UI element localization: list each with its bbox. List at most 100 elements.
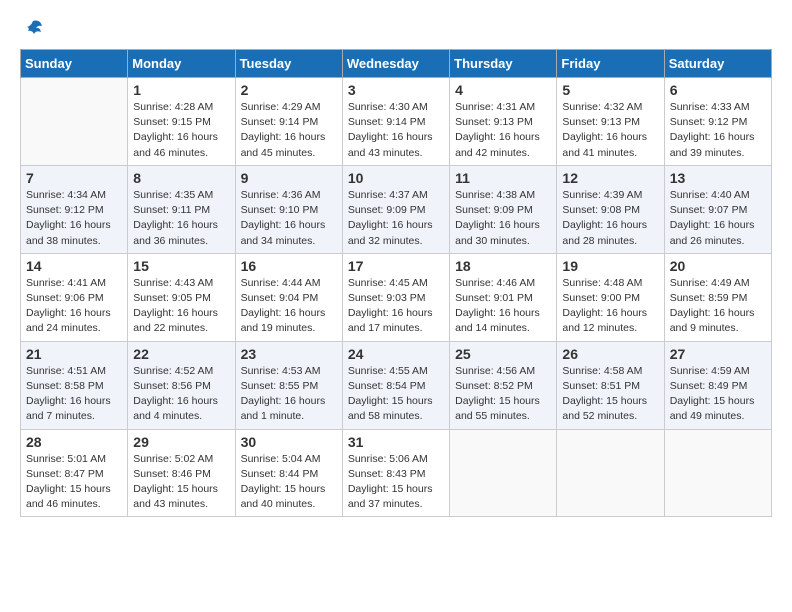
day-info: Sunrise: 4:40 AM Sunset: 9:07 PM Dayligh… [670,188,766,249]
day-number: 14 [26,258,122,274]
day-info: Sunrise: 4:38 AM Sunset: 9:09 PM Dayligh… [455,188,551,249]
calendar-header-sunday: Sunday [21,50,128,78]
day-number: 20 [670,258,766,274]
day-info: Sunrise: 5:04 AM Sunset: 8:44 PM Dayligh… [241,452,337,513]
calendar-cell: 9 Sunrise: 4:36 AM Sunset: 9:10 PM Daylig… [235,165,342,253]
day-info: Sunrise: 4:49 AM Sunset: 8:59 PM Dayligh… [670,276,766,337]
day-number: 9 [241,170,337,186]
day-number: 15 [133,258,229,274]
calendar-cell: 23 Sunrise: 4:53 AM Sunset: 8:55 PM Dayli… [235,341,342,429]
day-info: Sunrise: 4:34 AM Sunset: 9:12 PM Dayligh… [26,188,122,249]
day-number: 24 [348,346,444,362]
day-number: 7 [26,170,122,186]
day-info: Sunrise: 4:36 AM Sunset: 9:10 PM Dayligh… [241,188,337,249]
calendar-cell: 16 Sunrise: 4:44 AM Sunset: 9:04 PM Dayli… [235,253,342,341]
calendar-cell: 11 Sunrise: 4:38 AM Sunset: 9:09 PM Dayli… [450,165,557,253]
day-info: Sunrise: 4:31 AM Sunset: 9:13 PM Dayligh… [455,100,551,161]
header [20,18,772,41]
calendar-cell [450,429,557,517]
calendar-cell: 14 Sunrise: 4:41 AM Sunset: 9:06 PM Dayli… [21,253,128,341]
day-number: 31 [348,434,444,450]
calendar-cell: 24 Sunrise: 4:55 AM Sunset: 8:54 PM Dayli… [342,341,449,429]
calendar-week-row: 21 Sunrise: 4:51 AM Sunset: 8:58 PM Dayli… [21,341,772,429]
day-info: Sunrise: 4:59 AM Sunset: 8:49 PM Dayligh… [670,364,766,425]
day-info: Sunrise: 4:58 AM Sunset: 8:51 PM Dayligh… [562,364,658,425]
calendar-cell: 28 Sunrise: 5:01 AM Sunset: 8:47 PM Dayli… [21,429,128,517]
calendar-header-thursday: Thursday [450,50,557,78]
day-number: 12 [562,170,658,186]
calendar-cell: 22Sunrise: 4:52 AM Sunset: 8:56 PM Dayli… [128,341,235,429]
calendar-week-row: 14 Sunrise: 4:41 AM Sunset: 9:06 PM Dayli… [21,253,772,341]
day-info: Sunrise: 4:53 AM Sunset: 8:55 PM Dayligh… [241,364,337,425]
day-number: 25 [455,346,551,362]
day-info: Sunrise: 4:30 AM Sunset: 9:14 PM Dayligh… [348,100,444,161]
calendar-cell [664,429,771,517]
day-info: Sunrise: 5:01 AM Sunset: 8:47 PM Dayligh… [26,452,122,513]
day-number: 27 [670,346,766,362]
calendar-cell: 2 Sunrise: 4:29 AM Sunset: 9:14 PM Daylig… [235,78,342,166]
calendar-header-tuesday: Tuesday [235,50,342,78]
calendar-cell: 21 Sunrise: 4:51 AM Sunset: 8:58 PM Dayli… [21,341,128,429]
calendar-cell: 7 Sunrise: 4:34 AM Sunset: 9:12 PM Daylig… [21,165,128,253]
calendar-cell: 30 Sunrise: 5:04 AM Sunset: 8:44 PM Dayli… [235,429,342,517]
calendar-header-monday: Monday [128,50,235,78]
day-info: Sunrise: 4:51 AM Sunset: 8:58 PM Dayligh… [26,364,122,425]
calendar-cell: 29 Sunrise: 5:02 AM Sunset: 8:46 PM Dayli… [128,429,235,517]
calendar-cell: 15 Sunrise: 4:43 AM Sunset: 9:05 PM Dayli… [128,253,235,341]
calendar-cell: 6 Sunrise: 4:33 AM Sunset: 9:12 PM Daylig… [664,78,771,166]
day-info: Sunrise: 4:33 AM Sunset: 9:12 PM Dayligh… [670,100,766,161]
calendar-header-wednesday: Wednesday [342,50,449,78]
day-number: 1 [133,82,229,98]
day-info: Sunrise: 4:48 AM Sunset: 9:00 PM Dayligh… [562,276,658,337]
day-number: 26 [562,346,658,362]
calendar-cell: 10 Sunrise: 4:37 AM Sunset: 9:09 PM Dayli… [342,165,449,253]
calendar-cell: 25 Sunrise: 4:56 AM Sunset: 8:52 PM Dayli… [450,341,557,429]
day-info: Sunrise: 4:56 AM Sunset: 8:52 PM Dayligh… [455,364,551,425]
day-number: 4 [455,82,551,98]
day-number: 29 [133,434,229,450]
calendar-week-row: 28 Sunrise: 5:01 AM Sunset: 8:47 PM Dayli… [21,429,772,517]
day-number: 6 [670,82,766,98]
day-number: 21 [26,346,122,362]
day-info: Sunrise: 4:46 AM Sunset: 9:01 PM Dayligh… [455,276,551,337]
day-info: Sunrise: 5:02 AM Sunset: 8:46 PM Dayligh… [133,452,229,513]
calendar-cell: 17Sunrise: 4:45 AM Sunset: 9:03 PM Dayli… [342,253,449,341]
calendar-cell: 12 Sunrise: 4:39 AM Sunset: 9:08 PM Dayli… [557,165,664,253]
calendar-cell: 5Sunrise: 4:32 AM Sunset: 9:13 PM Daylig… [557,78,664,166]
day-number: 19 [562,258,658,274]
day-info: Sunrise: 4:55 AM Sunset: 8:54 PM Dayligh… [348,364,444,425]
calendar-header-row: SundayMondayTuesdayWednesdayThursdayFrid… [21,50,772,78]
calendar-cell: 31Sunrise: 5:06 AM Sunset: 8:43 PM Dayli… [342,429,449,517]
day-number: 5 [562,82,658,98]
calendar-cell: 26 Sunrise: 4:58 AM Sunset: 8:51 PM Dayli… [557,341,664,429]
day-number: 3 [348,82,444,98]
day-info: Sunrise: 4:43 AM Sunset: 9:05 PM Dayligh… [133,276,229,337]
calendar: SundayMondayTuesdayWednesdayThursdayFrid… [20,49,772,517]
calendar-cell: 3 Sunrise: 4:30 AM Sunset: 9:14 PM Daylig… [342,78,449,166]
day-number: 16 [241,258,337,274]
calendar-week-row: 1 Sunrise: 4:28 AM Sunset: 9:15 PM Daylig… [21,78,772,166]
day-number: 30 [241,434,337,450]
calendar-header-friday: Friday [557,50,664,78]
day-number: 18 [455,258,551,274]
day-number: 11 [455,170,551,186]
calendar-cell: 27 Sunrise: 4:59 AM Sunset: 8:49 PM Dayli… [664,341,771,429]
day-info: Sunrise: 4:44 AM Sunset: 9:04 PM Dayligh… [241,276,337,337]
day-info: Sunrise: 4:45 AM Sunset: 9:03 PM Dayligh… [348,276,444,337]
day-number: 23 [241,346,337,362]
day-info: Sunrise: 4:35 AM Sunset: 9:11 PM Dayligh… [133,188,229,249]
calendar-cell: 18 Sunrise: 4:46 AM Sunset: 9:01 PM Dayli… [450,253,557,341]
day-info: Sunrise: 4:28 AM Sunset: 9:15 PM Dayligh… [133,100,229,161]
day-number: 10 [348,170,444,186]
day-info: Sunrise: 4:52 AM Sunset: 8:56 PM Dayligh… [133,364,229,425]
calendar-cell: 1 Sunrise: 4:28 AM Sunset: 9:15 PM Daylig… [128,78,235,166]
day-number: 13 [670,170,766,186]
day-info: Sunrise: 4:37 AM Sunset: 9:09 PM Dayligh… [348,188,444,249]
day-number: 28 [26,434,122,450]
day-info: Sunrise: 4:41 AM Sunset: 9:06 PM Dayligh… [26,276,122,337]
day-number: 2 [241,82,337,98]
calendar-cell [557,429,664,517]
day-info: Sunrise: 4:39 AM Sunset: 9:08 PM Dayligh… [562,188,658,249]
calendar-cell [21,78,128,166]
day-info: Sunrise: 4:29 AM Sunset: 9:14 PM Dayligh… [241,100,337,161]
